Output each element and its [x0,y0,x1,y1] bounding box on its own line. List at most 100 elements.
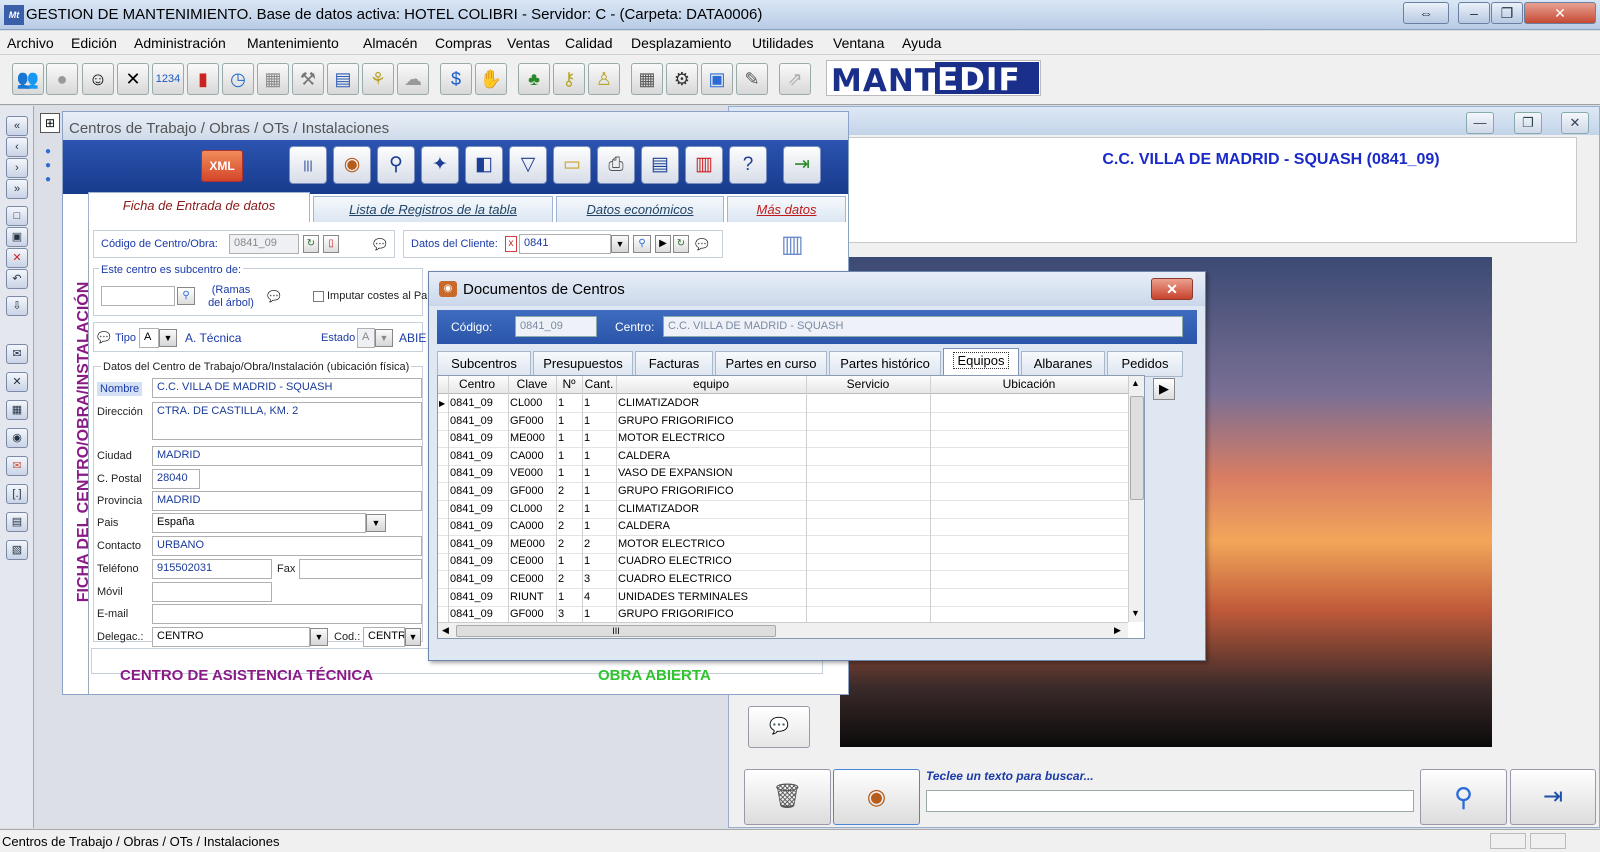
mail-icon[interactable]: ✉ [6,456,28,476]
grid-vertical-scrollbar[interactable]: ▲ ▼ [1128,376,1144,622]
grid-icon[interactable]: ▦ [257,63,289,95]
table-row[interactable]: ▶ 0841_09 CL000 1 1 CLIMATIZADOR [438,395,1128,413]
chat-ramas-icon[interactable]: 💬 [267,290,281,303]
hammer-icon[interactable]: ⚒ [292,63,324,95]
delegac-field[interactable]: CENTRO [152,627,310,647]
nombre-field[interactable]: C.C. VILLA DE MADRID - SQUASH [152,378,422,398]
eye-icon[interactable]: ◉ [833,769,920,825]
users-icon[interactable]: 👥 [12,63,44,95]
globe-icon[interactable]: ◉ [6,428,28,448]
scroll-up-icon[interactable]: ▲ [1131,378,1140,388]
barcode-icon[interactable]: ||| [289,146,327,184]
menu-ventas[interactable]: Ventas [507,35,550,51]
tab-lista-registros[interactable]: Lista de Registros de la tabla [313,196,553,222]
tab-pedidos[interactable]: Pedidos [1107,351,1183,377]
tools-side-icon[interactable]: ✕ [6,372,28,392]
chevron-down-cod-icon[interactable]: ▼ [405,628,421,646]
refresh-cliente-icon[interactable]: ↻ [673,235,689,253]
codigo-field[interactable]: 0841_09 [229,234,299,254]
tab-datos-economicos[interactable]: Datos económicos [556,196,724,222]
col-ubicacion[interactable]: Ubicación [930,377,1128,391]
card-icon[interactable]: ▤ [327,63,359,95]
notes-icon[interactable]: ✉ [6,344,28,364]
subcentro-field[interactable] [101,286,175,306]
table-row[interactable]: 0841_09 GF000 2 1 GRUPO FRIGORIFICO [438,483,1128,501]
col-numero[interactable]: Nº [556,377,582,391]
tab-presupuestos[interactable]: Presupuestos [533,351,633,377]
folders-icon[interactable]: ▭ [553,146,591,184]
restore-arrows-icon[interactable]: ⇔ [1403,2,1449,24]
ciudad-field[interactable]: MADRID [152,446,422,466]
group-icon[interactable]: ♣ [518,63,550,95]
undo-icon[interactable]: ↶ [6,269,28,289]
organization-icon[interactable]: ⚘ [362,63,394,95]
chevron-down-estado-icon[interactable]: ▼ [375,329,393,347]
table-row[interactable]: 0841_09 ME000 2 2 MOTOR ELECTRICO [438,536,1128,554]
email-field[interactable] [152,604,422,624]
search-subcentro-icon[interactable]: ⚲ [177,287,195,305]
telefono-field[interactable]: 915502031 [152,559,272,579]
restore-window-button[interactable]: ❐ [1514,112,1542,134]
imputar-checkbox[interactable] [313,291,324,302]
brackets-icon[interactable]: [.] [6,484,28,504]
table-row[interactable]: 0841_09 CA000 1 1 CALDERA [438,448,1128,466]
book-icon[interactable]: ◧ [465,146,503,184]
cliente-field[interactable]: 0841 [519,234,611,254]
save-icon[interactable]: ▣ [6,227,28,247]
forklift-icon[interactable]: ⚙ [666,63,698,95]
direccion-field[interactable]: CTRA. DE CASTILLA, KM. 2 [152,402,422,440]
chat-icon[interactable]: 💬 [373,238,387,251]
calendar-icon[interactable]: ▦ [631,63,663,95]
dollar-icon[interactable]: $ [440,63,472,95]
menu-compras[interactable]: Compras [435,35,492,51]
tab-subcentros[interactable]: Subcentros [437,351,531,377]
tab-equipos[interactable]: Equipos [943,348,1019,377]
calculator-icon[interactable]: ▦ [6,400,28,420]
close-app-button[interactable]: ✕ [1524,2,1596,24]
xml-button[interactable]: XML [201,150,243,182]
chat-cliente-icon[interactable]: 💬 [695,238,709,251]
tab-partes-historico[interactable]: Partes histórico [829,351,941,377]
table-row[interactable]: 0841_09 CA000 2 1 CALDERA [438,518,1128,537]
chevron-down-delegac-icon[interactable]: ▼ [310,628,328,646]
printer-icon[interactable]: ⎙ [597,146,635,184]
chevron-down-icon[interactable]: ▼ [611,235,629,253]
vertical-scroll-thumb[interactable] [1130,396,1144,500]
chart-icon[interactable]: ▥ [685,146,723,184]
tab-partes-en-curso[interactable]: Partes en curso [715,351,827,377]
lock-icon[interactable]: ▯ [323,235,339,253]
tipo-field[interactable]: A [139,328,159,348]
chevron-down-tipo-icon[interactable]: ▼ [159,329,177,347]
menu-ayuda[interactable]: Ayuda [902,35,941,51]
refresh-icon[interactable]: ↻ [303,235,319,253]
menu-archivo[interactable]: Archivo [7,35,54,51]
menu-utilidades[interactable]: Utilidades [752,35,813,51]
tab-ficha[interactable]: Ficha de Entrada de datos [88,192,310,222]
exit-door-icon[interactable]: ⇥ [1510,769,1596,825]
minimize-window-button[interactable]: — [1466,112,1494,134]
scroll-left-icon[interactable]: ◀ [442,625,449,636]
table-row[interactable]: 0841_09 GF000 1 1 GRUPO FRIGORIFICO [438,413,1128,431]
trash-icon[interactable]: 🗑 [744,769,831,825]
estado-field[interactable]: A [357,328,375,348]
next-record-icon[interactable]: › [6,158,28,178]
eye-view-icon[interactable]: ◉ [333,146,371,184]
chevron-down-pais-icon[interactable]: ▼ [366,514,386,532]
col-servicio[interactable]: Servicio [806,377,930,391]
tree-icon[interactable]: ⊞ [40,113,60,133]
table-row[interactable]: 0841_09 VE000 1 1 VASO DE EXPANSION [438,465,1128,484]
first-record-icon[interactable]: « [6,116,28,136]
users-key-icon[interactable]: ⚷ [553,63,585,95]
exit-icon[interactable]: ⇥ [783,146,821,184]
cloud-icon[interactable]: ☁ [397,63,429,95]
grid-horizontal-scrollbar[interactable]: ◀ III ▶ [438,622,1128,638]
help-icon[interactable]: ? [729,146,767,184]
col-cantidad[interactable]: Cant. [582,377,616,391]
previous-record-icon[interactable]: ‹ [6,137,28,157]
fax-field[interactable] [299,559,422,579]
menu-edicion[interactable]: Edición [71,35,117,51]
maximize-app-button[interactable]: ❐ [1491,2,1523,24]
chat-bubble-icon[interactable]: 💬 [748,706,810,748]
col-clave[interactable]: Clave [508,377,556,391]
close-window-button[interactable]: ✕ [1561,112,1589,134]
